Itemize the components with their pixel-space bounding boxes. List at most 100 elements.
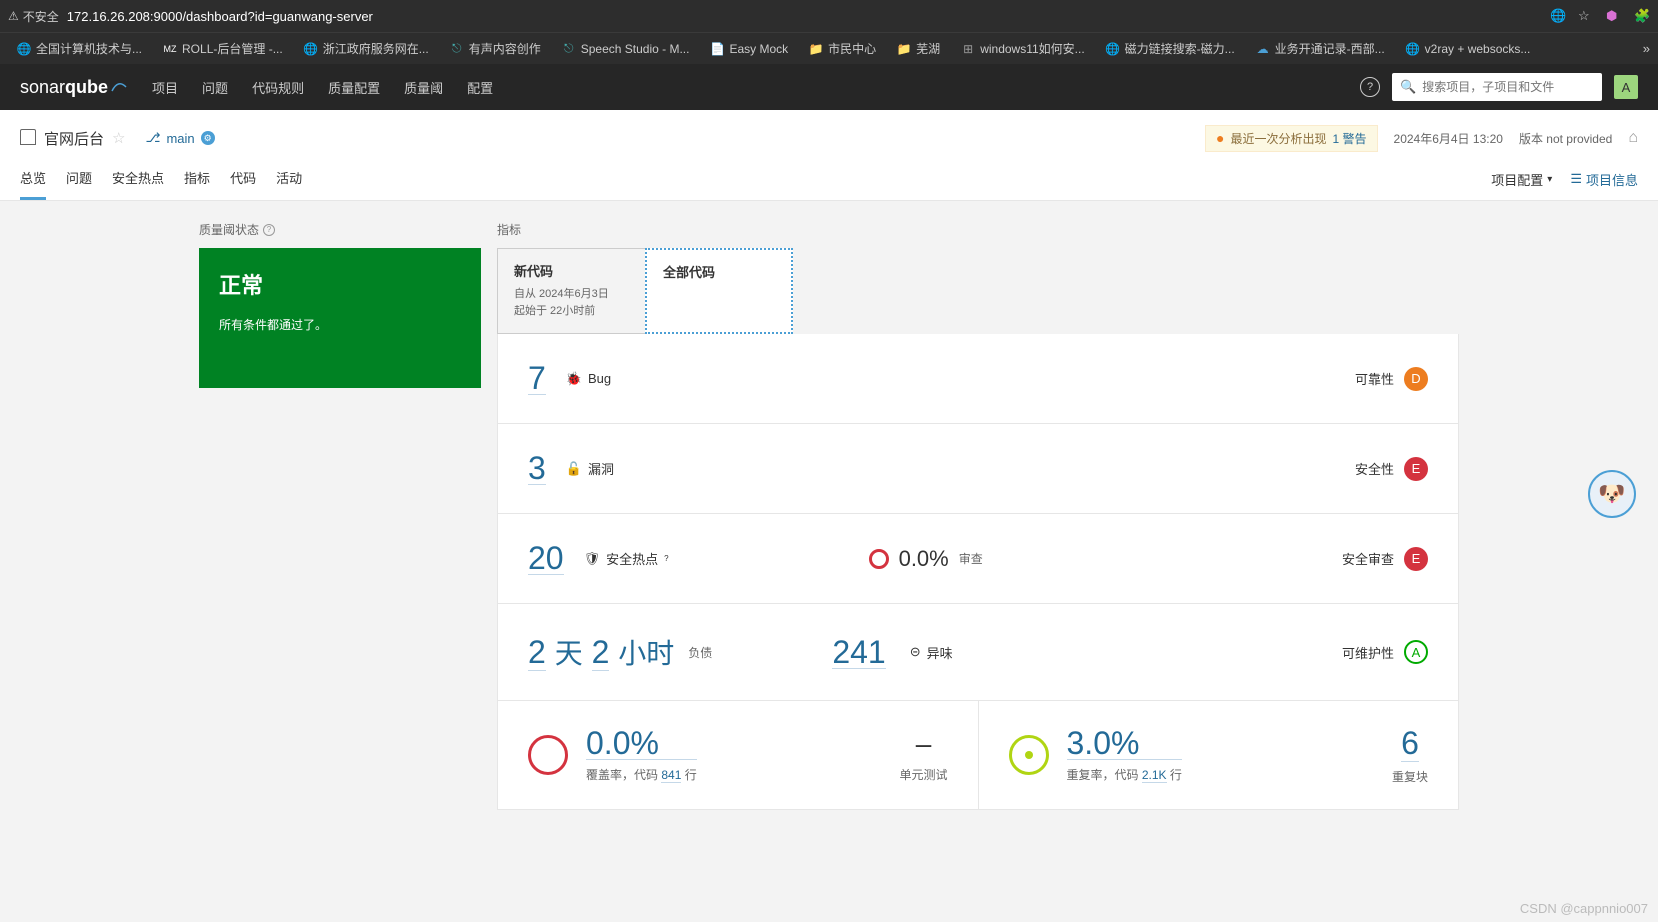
bookmark-item[interactable]: ⎋有声内容创作 [441, 36, 549, 61]
tab-new-code[interactable]: 新代码 自从 2024年6月3日 起始于 22小时前 [497, 248, 645, 334]
project-info-link[interactable]: ☰ 项目信息 [1570, 170, 1638, 189]
bookmark-item[interactable]: ☁业务开通记录-西部... [1247, 36, 1393, 61]
smells-count[interactable]: 241 [832, 636, 885, 669]
puzzle-icon[interactable]: 🧩 [1634, 8, 1650, 24]
rating-label: 安全性 [1355, 459, 1394, 478]
duplication-pct[interactable]: 3.0% [1067, 727, 1182, 760]
reviewed-pct[interactable]: 0.0% [899, 546, 949, 572]
label-text: 安全热点 [606, 549, 658, 568]
bug-icon: 🐞 [566, 371, 582, 387]
warning-icon: ⚠ [8, 9, 19, 23]
hotspots-reviewed: 0.0% 审查 [869, 546, 983, 572]
favorite-star-icon[interactable]: ☆ [112, 129, 125, 147]
bookmark-item[interactable]: ⎋Speech Studio - M... [553, 37, 698, 61]
bookmark-item[interactable]: ⊞windows11如何安... [952, 36, 1092, 61]
hotspots-count[interactable]: 20 [528, 542, 564, 575]
rating-badge[interactable]: D [1404, 367, 1428, 391]
metrics-panel: 7 🐞 Bug 可靠性 D 3 🔓 漏洞 安全性 [497, 334, 1459, 810]
version-label: 版本 not provided [1519, 130, 1612, 147]
nav-rules[interactable]: 代码规则 [240, 64, 316, 110]
branch-name: main [166, 131, 194, 146]
bookmark-item[interactable]: 📁芜湖 [888, 36, 948, 61]
bugs-count[interactable]: 7 [528, 362, 546, 395]
branch-selector[interactable]: ⎇ main ⚙ [145, 130, 214, 146]
translate-icon[interactable]: 🌐 [1550, 8, 1566, 24]
tab-code[interactable]: 代码 [230, 158, 256, 200]
duplication-circle-icon [1009, 735, 1049, 775]
globe-icon: 🌐 [16, 41, 32, 57]
tab-activity[interactable]: 活动 [276, 158, 302, 200]
wave-icon: ⎋ [561, 41, 577, 57]
bookmark-item[interactable]: 🌐浙江政府服务网在... [295, 36, 437, 61]
search-input[interactable] [1422, 80, 1594, 94]
tab-hotspots[interactable]: 安全热点 [112, 158, 164, 200]
bookmark-item[interactable]: 🌐磁力链接搜索-磁力... [1097, 36, 1243, 61]
project-icon [20, 129, 36, 145]
post-text: 行 [1170, 768, 1182, 782]
branch-gear-icon[interactable]: ⚙ [201, 131, 215, 145]
dashboard-content: 质量阈状态 ? 正常 所有条件都通过了。 指标 新代码 自从 2024年6月3日… [179, 201, 1479, 830]
nav-admin[interactable]: 配置 [455, 64, 505, 110]
coverage-lines[interactable]: 841 [661, 768, 681, 783]
help-icon[interactable]: ? [1360, 77, 1380, 97]
hotspots-label: 🛡 安全热点 ? [584, 549, 669, 568]
bookmark-item[interactable]: 📁市民中心 [800, 36, 884, 61]
tab-measures[interactable]: 指标 [184, 158, 210, 200]
bookmark-label: 浙江政府服务网在... [323, 40, 429, 57]
project-tabs-row: 总览 问题 安全热点 指标 代码 活动 项目配置 ▾ ☰ 项目信息 [20, 158, 1638, 200]
project-header: 官网后台 ☆ ⎇ main ⚙ ● 最近一次分析出现 1 警告 2024年6月4… [0, 110, 1658, 201]
smells-label: ⊝ 异味 [910, 643, 953, 662]
analysis-warning[interactable]: ● 最近一次分析出现 1 警告 [1205, 125, 1378, 152]
bookmark-item[interactable]: 📄Easy Mock [701, 37, 796, 61]
label-text: 异味 [927, 643, 953, 662]
extension-icon[interactable]: ⬢ [1606, 8, 1622, 24]
bookmark-label: 市民中心 [828, 40, 876, 57]
home-icon[interactable]: ⌂ [1628, 129, 1638, 147]
floating-avatar[interactable]: 🐶 [1588, 470, 1636, 518]
url-text[interactable]: 172.16.26.208:9000/dashboard?id=guanwang… [67, 9, 1542, 24]
duplication-group: 3.0% 重复率，代码 2.1K 行 [1067, 727, 1182, 783]
nav-issues[interactable]: 问题 [190, 64, 240, 110]
bookmark-item[interactable]: 🌐v2ray + websocks... [1397, 37, 1539, 61]
help-icon[interactable]: ? [263, 224, 275, 236]
rating-badge[interactable]: E [1404, 547, 1428, 571]
duplicate-blocks-count[interactable]: 6 [1401, 725, 1419, 762]
help-icon[interactable]: ? [664, 554, 668, 563]
insecure-label: 不安全 [23, 8, 59, 25]
project-name[interactable]: 官网后台 [44, 128, 104, 149]
tab-all-code[interactable]: 全部代码 [645, 248, 793, 334]
bookmark-item[interactable]: MZROLL-后台管理 -... [154, 36, 291, 61]
warning-text: 最近一次分析出现 [1230, 130, 1326, 147]
global-search[interactable]: 🔍 [1392, 73, 1602, 101]
maintainability-rating-group: 可维护性 A [1342, 640, 1428, 664]
tab-overview[interactable]: 总览 [20, 158, 46, 200]
bookmarks-overflow[interactable]: » [1643, 41, 1650, 56]
branch-icon: ⎇ [145, 130, 160, 146]
debt-value[interactable]: 2 天 2 小时 [528, 632, 674, 672]
nav-profiles[interactable]: 质量配置 [316, 64, 392, 110]
tab-issues[interactable]: 问题 [66, 158, 92, 200]
warning-link[interactable]: 1 警告 [1333, 130, 1367, 147]
rating-badge[interactable]: A [1404, 640, 1428, 664]
sonarqube-logo[interactable]: sonarqube [20, 77, 130, 98]
duplication-lines[interactable]: 2.1K [1142, 768, 1167, 783]
nav-projects[interactable]: 项目 [140, 64, 190, 110]
metric-row-hotspots: 20 🛡 安全热点 ? 0.0% 审查 安全审查 E [498, 514, 1458, 604]
qg-description: 所有条件都通过了。 [219, 316, 461, 333]
star-icon[interactable]: ☆ [1578, 8, 1594, 24]
metric-row-bugs: 7 🐞 Bug 可靠性 D [498, 334, 1458, 424]
user-avatar[interactable]: A [1614, 75, 1638, 99]
warning-icon: ● [1216, 130, 1224, 146]
nav-gates[interactable]: 质量阈 [392, 64, 455, 110]
code-smells-group: 241 ⊝ 异味 [832, 636, 952, 669]
bookmark-item[interactable]: 🌐全国计算机技术与... [8, 36, 150, 61]
bookmark-label: 业务开通记录-西部... [1275, 40, 1385, 57]
coverage-pct[interactable]: 0.0% [586, 727, 697, 760]
project-config-dropdown[interactable]: 项目配置 ▾ [1491, 170, 1552, 189]
project-actions: 项目配置 ▾ ☰ 项目信息 [1491, 170, 1638, 189]
rating-badge[interactable]: E [1404, 457, 1428, 481]
win-icon: ⊞ [960, 41, 976, 57]
vulns-count[interactable]: 3 [528, 452, 546, 485]
label-text: Bug [588, 371, 611, 386]
folder-icon: 📁 [896, 41, 912, 57]
